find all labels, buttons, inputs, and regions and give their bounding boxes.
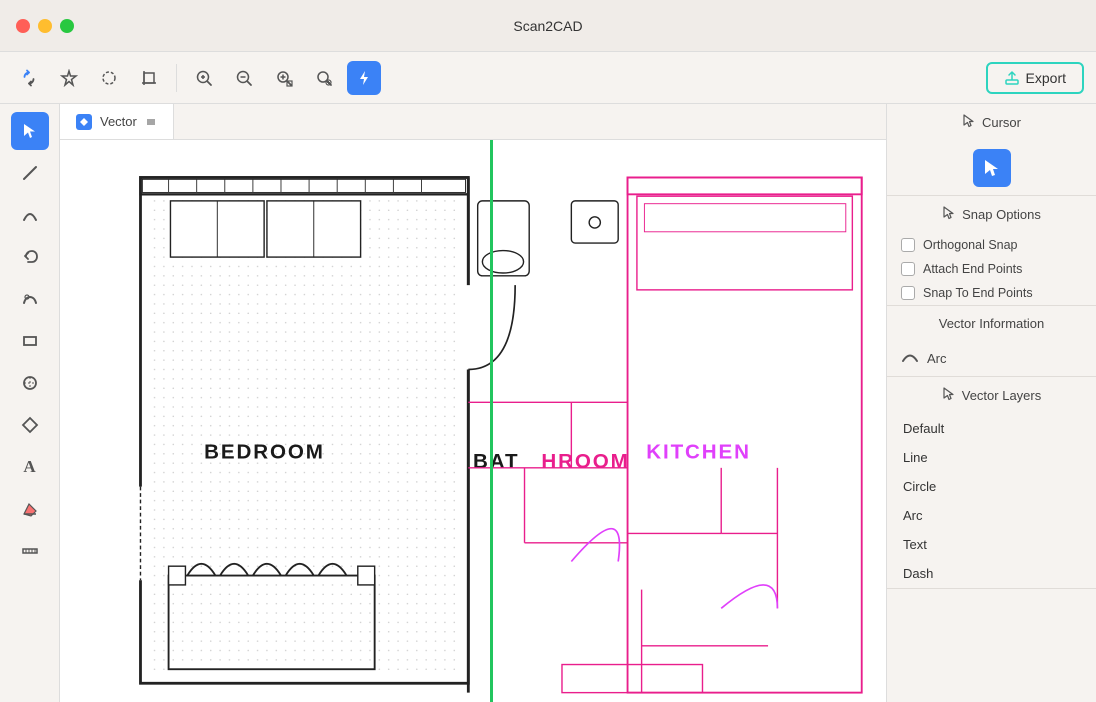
vector-info-section: Vector Information Arc [887, 306, 1096, 377]
layer-arc-label: Arc [903, 508, 923, 523]
export-label: Export [1026, 70, 1066, 86]
split-line [490, 140, 493, 702]
main-toolbar: Export [0, 52, 1096, 104]
layer-text[interactable]: Text [887, 530, 1096, 559]
zoom-fit-button[interactable] [267, 61, 301, 95]
maximize-button[interactable] [60, 19, 74, 33]
line-tool[interactable] [11, 154, 49, 192]
arc-info-label: Arc [927, 351, 947, 366]
layer-default-label: Default [903, 421, 944, 436]
vector-layers-title: Vector Layers [962, 388, 1042, 403]
vector-info-title: Vector Information [939, 316, 1045, 331]
cursor-title: Cursor [982, 115, 1021, 130]
canvas-area: Vector [60, 104, 886, 702]
text-tool[interactable]: A [11, 448, 49, 486]
ruler-tool[interactable] [11, 532, 49, 570]
snap-to-endpoints-checkbox[interactable] [901, 286, 915, 300]
bedroom-label: BEDROOM [204, 440, 325, 463]
app-title: Scan2CAD [513, 18, 582, 34]
window-controls[interactable] [16, 19, 74, 33]
minimize-button[interactable] [38, 19, 52, 33]
cursor-panel-button[interactable] [973, 149, 1011, 187]
diamond-tool[interactable] [11, 406, 49, 444]
vector-info-header: Vector Information [887, 306, 1096, 341]
layer-arc[interactable]: Arc [887, 501, 1096, 530]
svg-text:BAT: BAT [473, 450, 519, 473]
left-toolbar: A [0, 104, 60, 702]
zoom-out-button[interactable] [227, 61, 261, 95]
tab-bar: Vector [60, 104, 886, 140]
snap-option-attach[interactable]: Attach End Points [887, 257, 1096, 281]
layer-line-label: Line [903, 450, 928, 465]
cursor-section: Cursor [887, 104, 1096, 196]
cursor-tool-row [887, 141, 1096, 195]
undo-tool[interactable] [11, 238, 49, 276]
cursor-header: Cursor [887, 104, 1096, 141]
tab-label: Vector [100, 114, 137, 129]
snap-to-endpoints-label: Snap To End Points [923, 286, 1033, 300]
svg-text:KITCHEN: KITCHEN [646, 440, 751, 463]
circle-tool[interactable] [11, 364, 49, 402]
orthogonal-snap-label: Orthogonal Snap [923, 238, 1018, 252]
arc-info-icon [901, 349, 919, 368]
crop-button[interactable] [132, 61, 166, 95]
auto-vectorize-button[interactable] [52, 61, 86, 95]
layer-circle-label: Circle [903, 479, 936, 494]
snap-title: Snap Options [962, 207, 1041, 222]
right-panel: Cursor Snap Options [886, 104, 1096, 702]
vector-layers-header: Vector Layers [887, 377, 1096, 414]
cursor-header-icon [962, 114, 976, 131]
titlebar: Scan2CAD [0, 0, 1096, 52]
curve-tool[interactable] [11, 280, 49, 318]
snap-section: Snap Options Orthogonal Snap Attach End … [887, 196, 1096, 306]
vector-layers-section: Vector Layers Default Line Circle Arc Te… [887, 377, 1096, 589]
cursor-tool[interactable] [11, 112, 49, 150]
attach-endpoints-checkbox[interactable] [901, 262, 915, 276]
layer-default[interactable]: Default [887, 414, 1096, 443]
layer-line[interactable]: Line [887, 443, 1096, 472]
canvas-content: BEDROOM [60, 140, 886, 702]
snap-option-snap-to-end[interactable]: Snap To End Points [887, 281, 1096, 305]
svg-text:HROOM: HROOM [541, 450, 629, 473]
tab-icon [76, 114, 92, 130]
layer-circle[interactable]: Circle [887, 472, 1096, 501]
orthogonal-snap-checkbox[interactable] [901, 238, 915, 252]
arc-tool[interactable] [11, 196, 49, 234]
close-button[interactable] [16, 19, 30, 33]
separator [176, 64, 177, 92]
zoom-actual-button[interactable] [307, 61, 341, 95]
circle-select-button[interactable] [92, 61, 126, 95]
toolbar-right: Export [986, 62, 1084, 94]
main-area: A [0, 104, 1096, 702]
arc-info-item: Arc [887, 341, 1096, 376]
export-button[interactable]: Export [986, 62, 1084, 94]
layer-text-label: Text [903, 537, 927, 552]
eraser-tool[interactable] [11, 490, 49, 528]
layer-dash-label: Dash [903, 566, 933, 581]
vector-tab[interactable]: Vector [60, 104, 174, 139]
tab-menu-icon[interactable] [145, 116, 157, 128]
flash-button[interactable] [347, 61, 381, 95]
vector-layers-icon [942, 387, 956, 404]
floor-plan-svg: BEDROOM [60, 140, 886, 702]
snap-header-icon [942, 206, 956, 223]
zoom-in-button[interactable] [187, 61, 221, 95]
canvas[interactable]: BEDROOM [60, 140, 886, 702]
rectangle-tool[interactable] [11, 322, 49, 360]
refresh-button[interactable] [12, 61, 46, 95]
snap-header: Snap Options [887, 196, 1096, 233]
attach-endpoints-label: Attach End Points [923, 262, 1022, 276]
layer-dash[interactable]: Dash [887, 559, 1096, 588]
snap-option-orthogonal[interactable]: Orthogonal Snap [887, 233, 1096, 257]
